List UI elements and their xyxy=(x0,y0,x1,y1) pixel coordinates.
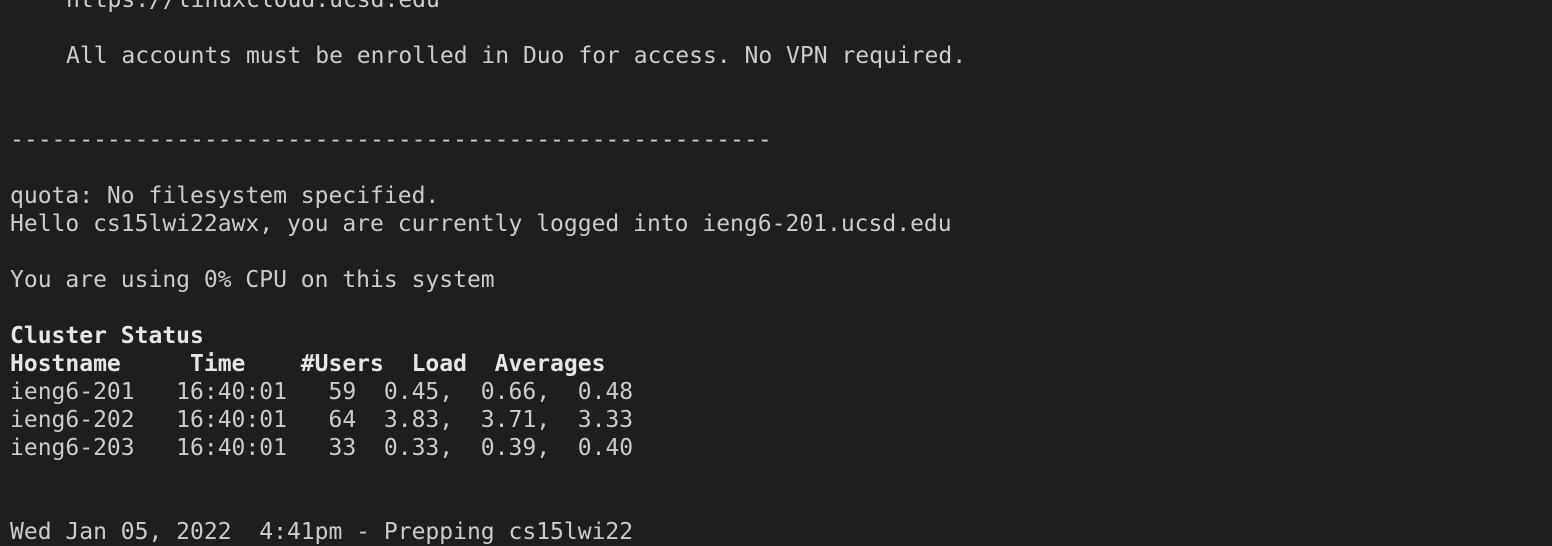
cluster-row-ieng6-201: ieng6-201 16:40:01 59 0.45, 0.66, 0.48 xyxy=(10,379,634,405)
cluster-row-ieng6-202: ieng6-202 16:40:01 64 3.83, 3.71, 3.33 xyxy=(10,407,634,433)
hello-line: Hello cs15lwi22awx, you are currently lo… xyxy=(10,211,952,237)
cluster-table-header: Hostname Time #Users Load Averages xyxy=(10,351,606,377)
cluster-status-title: Cluster Status xyxy=(10,323,204,349)
quota-line: quota: No filesystem specified. xyxy=(10,183,440,209)
cpu-usage-line: You are using 0% CPU on this system xyxy=(10,267,495,293)
cluster-row-ieng6-203: ieng6-203 16:40:01 33 0.33, 0.39, 0.40 xyxy=(10,435,634,461)
terminal-window[interactable]: https://linuxcloud.ucsd.edu All accounts… xyxy=(0,0,1552,546)
prepping-line: Wed Jan 05, 2022 4:41pm - Prepping cs15l… xyxy=(10,519,634,545)
duo-notice-line: All accounts must be enrolled in Duo for… xyxy=(66,43,967,69)
url-line: https://linuxcloud.ucsd.edu xyxy=(66,0,440,13)
divider-line: ----------------------------------------… xyxy=(10,127,772,153)
